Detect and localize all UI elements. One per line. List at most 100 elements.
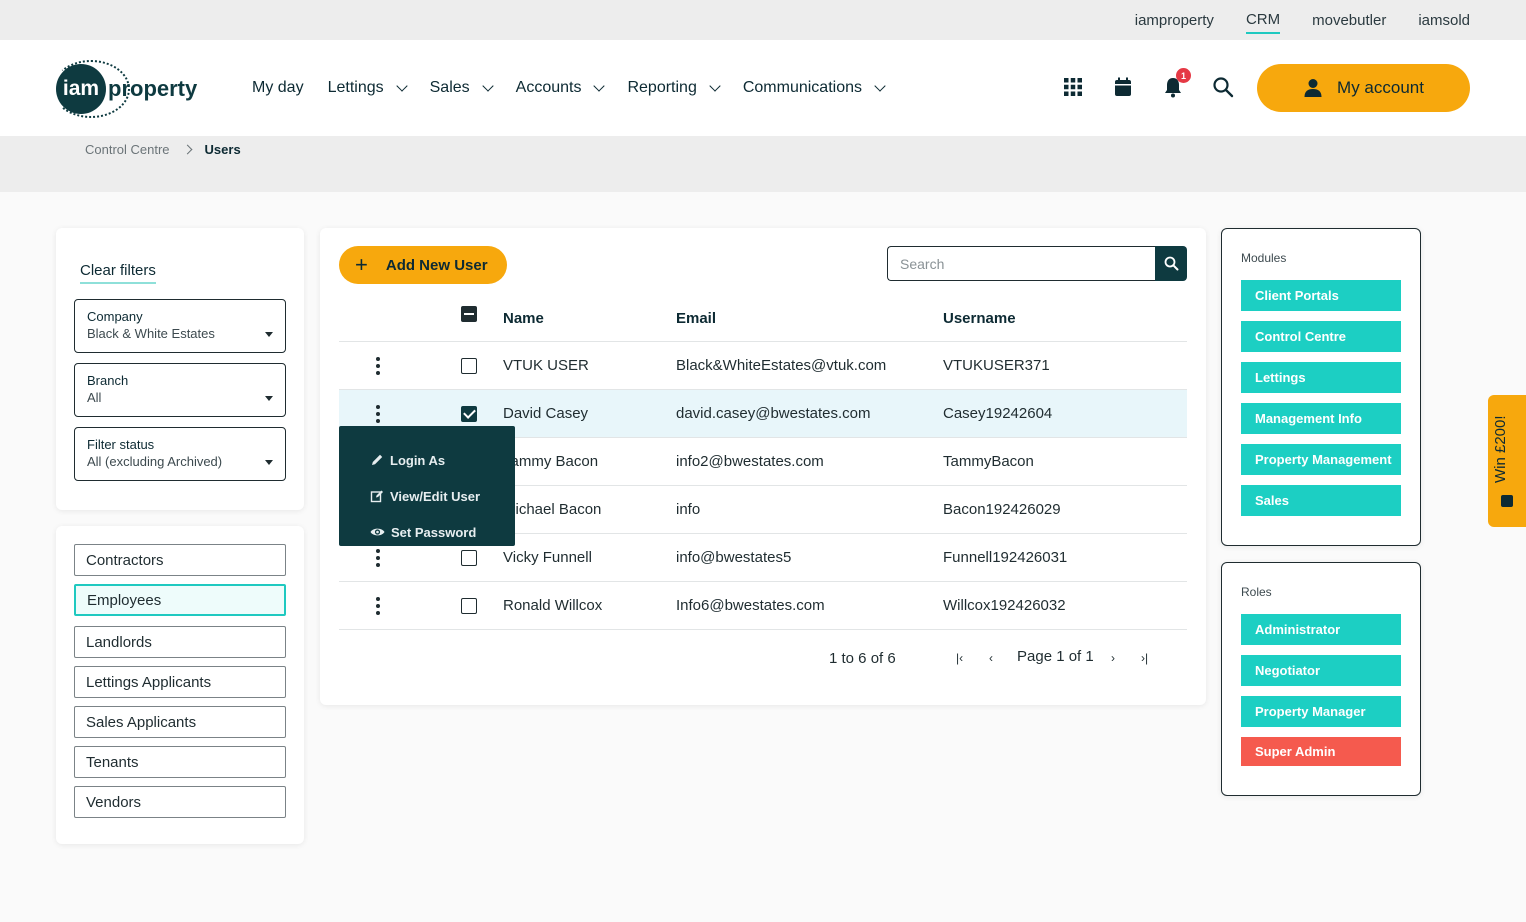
nav-lettings[interactable]: Lettings [327,79,408,97]
type-vendors[interactable]: Vendors [74,786,286,818]
search-input[interactable] [887,246,1155,281]
module-tag[interactable]: Property Management [1241,444,1401,475]
caret-down-icon [265,460,273,465]
search-icon [1164,256,1178,271]
last-page-button[interactable]: ›| [1141,651,1148,665]
role-tag[interactable]: Property Manager [1241,696,1401,727]
row-checkbox[interactable] [461,598,477,614]
module-tag[interactable]: Sales [1241,485,1401,516]
next-page-button[interactable]: › [1111,651,1115,665]
cell-username: Casey19242604 [943,405,1053,422]
chevron-down-icon [709,80,721,92]
module-tag[interactable]: Client Portals [1241,280,1401,311]
nav-accounts[interactable]: Accounts [516,79,606,97]
breadcrumb-parent[interactable]: Control Centre [85,142,170,157]
filters-card: Clear filters Company Black & White Esta… [56,228,304,510]
promo-tab[interactable]: Win £200! [1488,395,1526,527]
first-page-button[interactable]: |‹ [956,651,963,665]
plus-icon: + [355,252,368,277]
type-tenants[interactable]: Tenants [74,746,286,778]
branch-select-label: Branch [87,373,129,388]
nav-label: Lettings [327,79,384,96]
chevron-down-icon [395,80,408,92]
nav-label: Reporting [627,79,697,96]
branch-select[interactable]: Branch All [74,363,286,417]
record-count: 1 to 6 of 6 [829,650,896,667]
menu-view-edit-user[interactable]: View/Edit User [339,478,515,514]
company-select[interactable]: Company Black & White Estates [74,299,286,353]
cell-email: info [676,501,701,518]
cell-username: Bacon192426029 [943,501,1061,518]
prev-page-button[interactable]: ‹ [989,651,993,665]
my-account-button[interactable]: My account [1257,64,1470,112]
nav-label: Communications [742,79,862,96]
type-employees[interactable]: Employees [74,584,286,616]
module-tag[interactable]: Management Info [1241,403,1401,434]
column-username[interactable]: Username [943,310,1016,327]
caret-down-icon [265,332,273,337]
role-tag[interactable]: Negotiator [1241,655,1401,686]
module-tag[interactable]: Lettings [1241,362,1401,393]
link-iamproperty[interactable]: iamproperty [1135,8,1214,33]
role-tag-super-admin[interactable]: Super Admin [1241,737,1401,766]
my-account-label: My account [1337,78,1424,97]
search-icon[interactable] [1212,76,1234,98]
header-icons: 1 [1062,68,1234,98]
apps-grid-icon[interactable] [1062,76,1084,98]
menu-item-label: Login As [390,452,446,468]
calendar-icon[interactable] [1112,76,1134,98]
row-actions-icon[interactable] [375,405,381,423]
roles-panel: Roles Administrator Negotiator Property … [1221,562,1421,796]
type-lettings-applicants[interactable]: Lettings Applicants [74,666,286,698]
link-movebutler[interactable]: movebutler [1312,8,1386,33]
row-actions-icon[interactable] [375,357,381,375]
edit-square-icon [370,490,383,503]
nav-label: My day [252,79,304,96]
module-tag[interactable]: Control Centre [1241,321,1401,352]
select-all-checkbox[interactable] [461,306,477,322]
nav-reporting[interactable]: Reporting [627,79,721,97]
link-crm[interactable]: CRM [1245,7,1281,34]
notification-badge: 1 [1176,68,1191,83]
search-button[interactable] [1155,246,1187,281]
row-actions-icon[interactable] [375,549,381,567]
main-header: iam property My day Lettings Sales Accou… [0,40,1526,136]
cell-email: Black&WhiteEstates@vtuk.com [676,357,887,374]
add-new-user-button[interactable]: + Add New User [339,246,507,284]
row-actions-icon[interactable] [375,597,381,615]
menu-login-as[interactable]: Login As [339,442,515,478]
roles-title: Roles [1241,585,1272,599]
nav-communications[interactable]: Communications [742,79,886,97]
column-email[interactable]: Email [676,310,716,327]
main-nav: My day Lettings Sales Accounts Reporting… [252,40,886,136]
link-iamsold[interactable]: iamsold [1418,8,1470,33]
bell-icon[interactable]: 1 [1162,68,1191,98]
clear-filters-link[interactable]: Clear filters [80,262,156,284]
cell-name: Tammy Bacon [503,453,599,470]
logo[interactable]: iam property [52,60,197,118]
row-checkbox[interactable] [461,550,477,566]
type-landlords[interactable]: Landlords [74,626,286,658]
type-sales-applicants[interactable]: Sales Applicants [74,706,286,738]
nav-sales[interactable]: Sales [430,79,494,97]
nav-my-day[interactable]: My day [252,79,304,97]
page-indicator: Page 1 of 1 [1017,648,1094,665]
column-name[interactable]: Name [503,310,544,327]
table-row: VTUK USER Black&WhiteEstates@vtuk.com VT… [339,342,1187,390]
gift-icon [1501,495,1513,507]
search-box [887,246,1187,281]
status-select-label: Filter status [87,437,155,452]
logo-dots [52,60,130,118]
menu-set-password[interactable]: Set Password [339,514,515,550]
type-contractors[interactable]: Contractors [74,544,286,576]
cell-email: david.casey@bwestates.com [676,405,871,422]
status-select[interactable]: Filter status All (excluding Archived) [74,427,286,481]
row-checkbox[interactable] [461,358,477,374]
cell-name: Michael Bacon [503,501,602,518]
pencil-icon [372,454,383,465]
role-tag[interactable]: Administrator [1241,614,1401,645]
chevron-right-icon [182,144,192,155]
row-checkbox[interactable] [461,406,477,422]
modules-panel: Modules Client Portals Control Centre Le… [1221,228,1421,546]
user-icon [1304,79,1322,97]
